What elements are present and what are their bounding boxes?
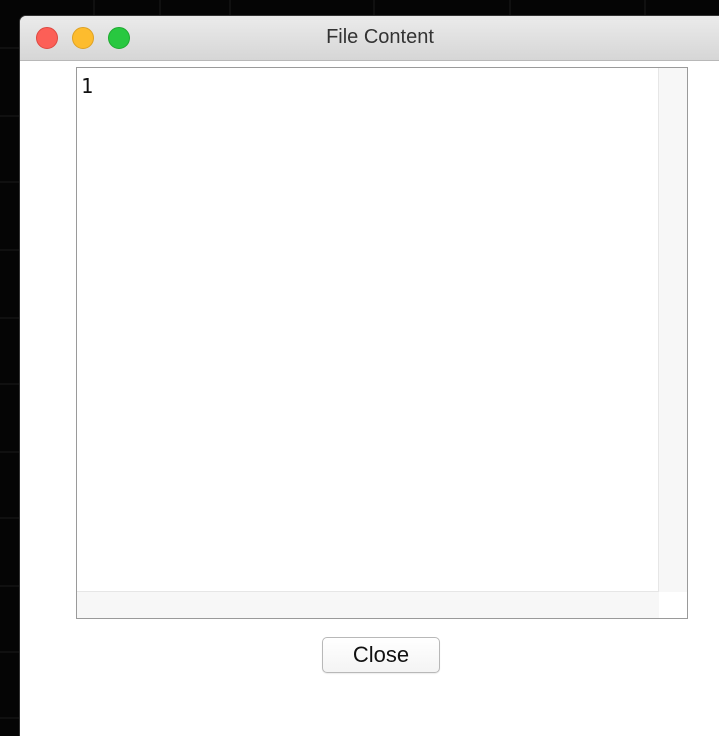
close-button[interactable]: Close (322, 637, 440, 673)
file-content-text[interactable]: 1 (81, 74, 93, 98)
horizontal-scrollbar[interactable] (77, 591, 659, 618)
window-titlebar[interactable]: File Content (20, 16, 719, 61)
desktop-background: File Content 1 Close (0, 0, 719, 736)
scrollbar-corner (659, 592, 687, 618)
window-title: File Content (326, 26, 434, 48)
vertical-scrollbar[interactable] (658, 68, 687, 592)
file-content-textarea[interactable]: 1 (76, 67, 688, 619)
file-content-window: File Content 1 Close (20, 16, 719, 736)
window-content: 1 Close (20, 61, 719, 736)
